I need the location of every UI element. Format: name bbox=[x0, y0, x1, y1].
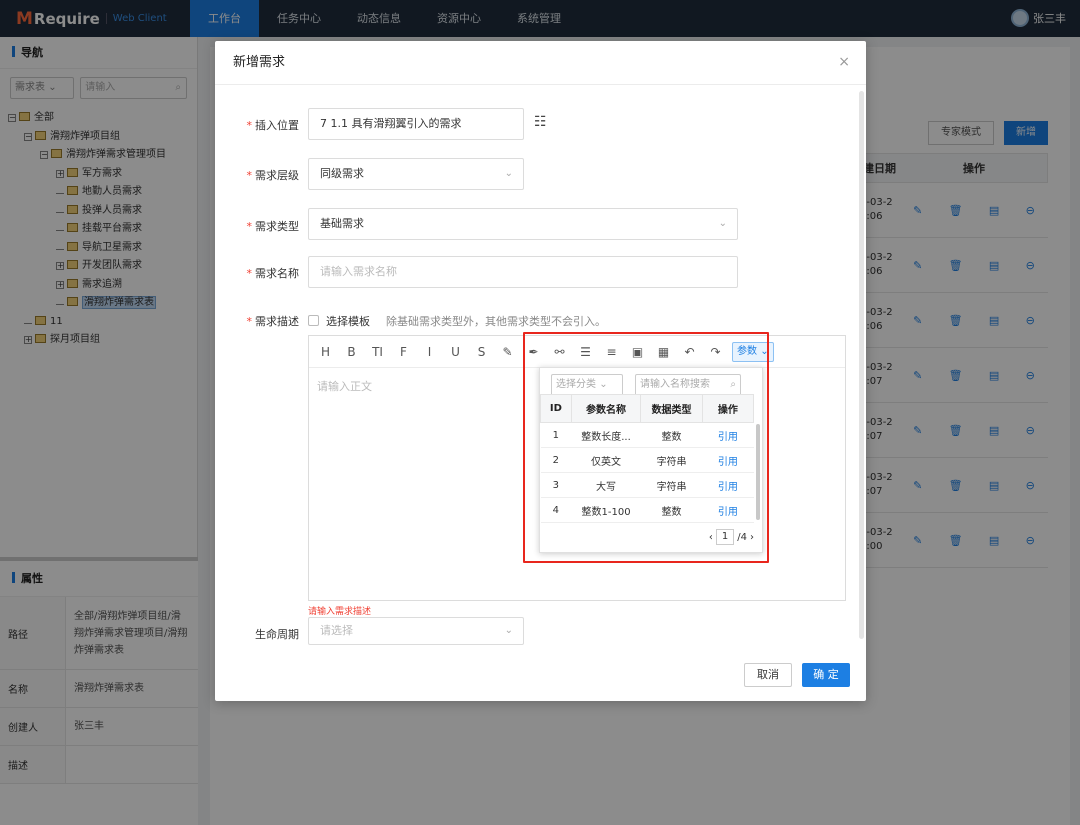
underline-icon[interactable]: U bbox=[449, 345, 462, 359]
confirm-button[interactable]: 确 定 bbox=[802, 663, 850, 687]
cancel-button[interactable]: 取消 bbox=[744, 663, 792, 687]
editor-placeholder[interactable]: 请输入正文 bbox=[317, 378, 372, 394]
strikethrough-icon[interactable]: S bbox=[475, 345, 488, 359]
dialog-title: 新增需求 bbox=[215, 41, 866, 85]
close-icon[interactable]: × bbox=[838, 55, 850, 69]
type-select[interactable]: 基础需求 ⌄ bbox=[308, 208, 738, 240]
position-label: * 插入位置 bbox=[246, 119, 300, 132]
level-label: * 需求层级 bbox=[246, 169, 300, 182]
insert-position-field[interactable]: 7 1.1 具有滑翔翼引入的需求 bbox=[308, 108, 524, 140]
template-hint: 除基础需求类型外，其他需求类型不会引入。 bbox=[386, 315, 606, 328]
chevron-down-icon: ⌄ bbox=[718, 218, 727, 229]
dialog-scrollbar[interactable] bbox=[859, 91, 864, 639]
eraser-icon[interactable]: ✎ bbox=[501, 345, 514, 359]
lifecycle-select[interactable]: 请选择 ⌄ bbox=[308, 617, 524, 645]
name-input[interactable]: 请输入需求名称 bbox=[308, 256, 738, 288]
heading-icon[interactable]: H bbox=[319, 345, 332, 359]
level-select[interactable]: 同级需求 ⌄ bbox=[308, 158, 524, 190]
name-label: * 需求名称 bbox=[246, 267, 300, 280]
template-checkbox[interactable] bbox=[308, 315, 319, 326]
bold-icon[interactable]: B bbox=[345, 345, 358, 359]
type-label: * 需求类型 bbox=[246, 220, 300, 233]
italic-icon[interactable]: I bbox=[423, 345, 436, 359]
tree-list-icon[interactable]: ☷ bbox=[534, 114, 547, 130]
lifecycle-label: 生命周期 bbox=[255, 628, 299, 641]
font-icon[interactable]: F bbox=[397, 345, 410, 359]
text-size-icon[interactable]: TI bbox=[371, 345, 384, 359]
template-label[interactable]: 选择模板 bbox=[326, 313, 370, 329]
highlight-annotation-box bbox=[523, 332, 769, 563]
description-label: * 需求描述 bbox=[246, 315, 300, 328]
chevron-down-icon: ⌄ bbox=[504, 625, 513, 636]
description-error: 请输入需求描述 bbox=[308, 607, 372, 617]
chevron-down-icon: ⌄ bbox=[504, 168, 513, 179]
